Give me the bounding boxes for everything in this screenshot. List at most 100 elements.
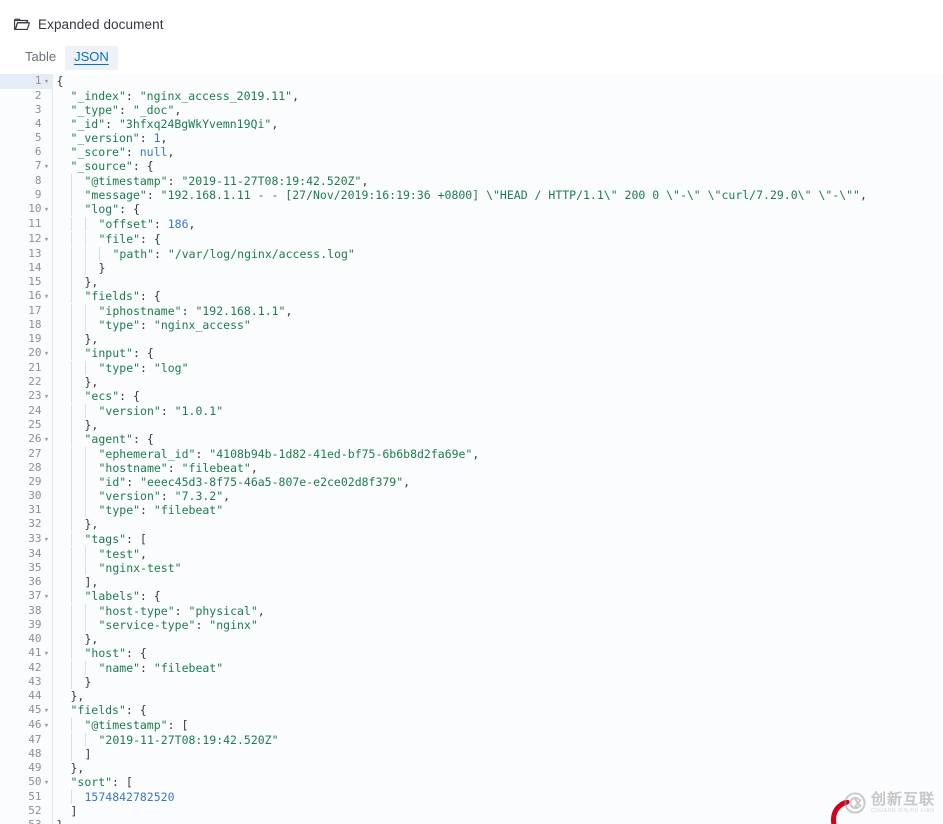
line-number[interactable]: 49	[0, 761, 52, 776]
fold-toggle-icon[interactable]: ▾	[42, 160, 52, 174]
code-line: 24 "version": "1.0.1"	[0, 404, 943, 419]
code-line: 13 "path": "/var/log/nginx/access.log"	[0, 246, 943, 261]
code-text: "sort": [	[51, 775, 943, 791]
line-number[interactable]: 41 ▾	[0, 645, 52, 661]
code-text: "fields": {	[51, 703, 943, 719]
code-text: "id": "eeec45d3-8f75-46a5-807e-e2ce02d8f…	[51, 475, 943, 490]
line-number[interactable]: 28	[0, 461, 52, 476]
line-number[interactable]: 25	[0, 418, 52, 433]
fold-toggle-icon[interactable]: ▾	[42, 776, 52, 790]
line-number[interactable]: 44	[0, 689, 52, 704]
line-number[interactable]: 6	[0, 145, 52, 160]
code-text: "file": {	[51, 231, 943, 247]
line-number[interactable]: 39	[0, 617, 52, 632]
code-text: "type": "log"	[51, 360, 943, 375]
line-number[interactable]: 40	[0, 631, 52, 646]
tab-json[interactable]: JSON	[65, 46, 118, 70]
line-number[interactable]: 24	[0, 404, 52, 419]
line-number[interactable]: 37 ▾	[0, 588, 52, 604]
code-line: 53}	[0, 818, 943, 824]
line-number[interactable]: 46 ▾	[0, 718, 52, 734]
code-text: "labels": {	[51, 588, 943, 604]
fold-toggle-icon[interactable]: ▾	[42, 290, 52, 304]
code-text: },	[51, 274, 943, 289]
fold-toggle-icon[interactable]: ▾	[42, 647, 52, 661]
line-number[interactable]: 27	[0, 447, 52, 462]
code-line: 28 "hostname": "filebeat",	[0, 461, 943, 476]
line-number[interactable]: 42	[0, 660, 52, 675]
code-text: "ephemeral_id": "4108b94b-1d82-41ed-bf75…	[51, 447, 943, 462]
code-text: "2019-11-27T08:19:42.520Z"	[51, 733, 943, 748]
code-text: "_score": null,	[51, 145, 943, 160]
code-line: 51 1574842782520	[0, 790, 943, 805]
code-line: 47 "2019-11-27T08:19:42.520Z"	[0, 733, 943, 748]
line-number[interactable]: 13	[0, 246, 52, 261]
line-number[interactable]: 10 ▾	[0, 202, 52, 218]
line-number[interactable]: 32	[0, 517, 52, 532]
code-line: 36],	[0, 574, 943, 589]
line-number[interactable]: 14	[0, 260, 52, 275]
line-number[interactable]: 17	[0, 303, 52, 318]
line-number[interactable]: 9	[0, 188, 52, 203]
code-line: 5 "_version": 1,	[0, 131, 943, 146]
line-number[interactable]: 50 ▾	[0, 775, 52, 791]
line-number[interactable]: 31	[0, 503, 52, 518]
line-number[interactable]: 35	[0, 560, 52, 575]
line-number[interactable]: 51	[0, 790, 52, 805]
line-number[interactable]: 47	[0, 733, 52, 748]
line-number[interactable]: 43	[0, 674, 52, 690]
code-text: },	[51, 631, 943, 646]
fold-toggle-icon[interactable]: ▾	[42, 233, 52, 247]
line-number[interactable]: 38	[0, 603, 52, 618]
line-number[interactable]: 4	[0, 117, 52, 132]
line-number[interactable]: 22	[0, 374, 52, 390]
fold-toggle-icon[interactable]: ▾	[42, 203, 52, 217]
code-line: 1 ▾{	[0, 74, 943, 90]
line-number[interactable]: 53	[0, 818, 52, 824]
code-line: 50 ▾ "sort": [	[0, 775, 943, 791]
line-number[interactable]: 12 ▾	[0, 231, 52, 247]
code-text: 1574842782520	[51, 790, 943, 805]
fold-toggle-icon[interactable]: ▾	[42, 590, 52, 604]
line-number[interactable]: 8	[0, 174, 52, 189]
line-number[interactable]: 1 ▾	[0, 74, 52, 90]
line-number[interactable]: 34	[0, 546, 52, 561]
fold-toggle-icon[interactable]: ▾	[42, 75, 52, 89]
fold-toggle-icon[interactable]: ▾	[42, 347, 52, 361]
line-number[interactable]: 45 ▾	[0, 703, 52, 719]
line-number[interactable]: 48	[0, 747, 52, 762]
fold-toggle-icon[interactable]: ▾	[42, 390, 52, 404]
line-number[interactable]: 19	[0, 331, 52, 346]
json-code-viewer[interactable]: 1 ▾{2 "_index": "nginx_access_2019.11", 3 "_…	[0, 74, 943, 824]
code-line: 7 ▾ "_source": {	[0, 159, 943, 175]
line-number[interactable]: 36	[0, 574, 52, 589]
code-text: }	[51, 818, 943, 824]
line-number[interactable]: 23 ▾	[0, 389, 52, 405]
line-number[interactable]: 33 ▾	[0, 531, 52, 547]
line-number[interactable]: 3	[0, 103, 52, 118]
line-number[interactable]: 26 ▾	[0, 432, 52, 448]
fold-toggle-icon[interactable]: ▾	[42, 719, 52, 733]
line-number[interactable]: 5	[0, 131, 52, 146]
fold-toggle-icon[interactable]: ▾	[42, 433, 52, 447]
line-number[interactable]: 20 ▾	[0, 345, 52, 361]
code-text: },	[51, 331, 943, 346]
line-number[interactable]: 18	[0, 317, 52, 332]
line-number[interactable]: 21	[0, 360, 52, 375]
line-number[interactable]: 15	[0, 274, 52, 289]
code-line: 40},	[0, 631, 943, 646]
fold-toggle-icon[interactable]: ▾	[42, 533, 52, 547]
line-number[interactable]: 11	[0, 217, 52, 232]
line-number[interactable]: 30	[0, 489, 52, 504]
line-number[interactable]: 52	[0, 804, 52, 819]
line-number[interactable]: 2	[0, 89, 52, 104]
code-text: ],	[51, 574, 943, 589]
code-text: "iphostname": "192.168.1.1",	[51, 303, 943, 318]
fold-toggle-icon[interactable]: ▾	[42, 704, 52, 718]
code-line: 9 "message": "192.168.1.11 - - [27/Nov/20…	[0, 188, 943, 203]
line-number[interactable]: 16 ▾	[0, 288, 52, 304]
line-number[interactable]: 29	[0, 475, 52, 490]
code-line: 16 ▾ "fields": {	[0, 288, 943, 304]
line-number[interactable]: 7 ▾	[0, 159, 52, 175]
tab-table[interactable]: Table	[16, 46, 65, 70]
